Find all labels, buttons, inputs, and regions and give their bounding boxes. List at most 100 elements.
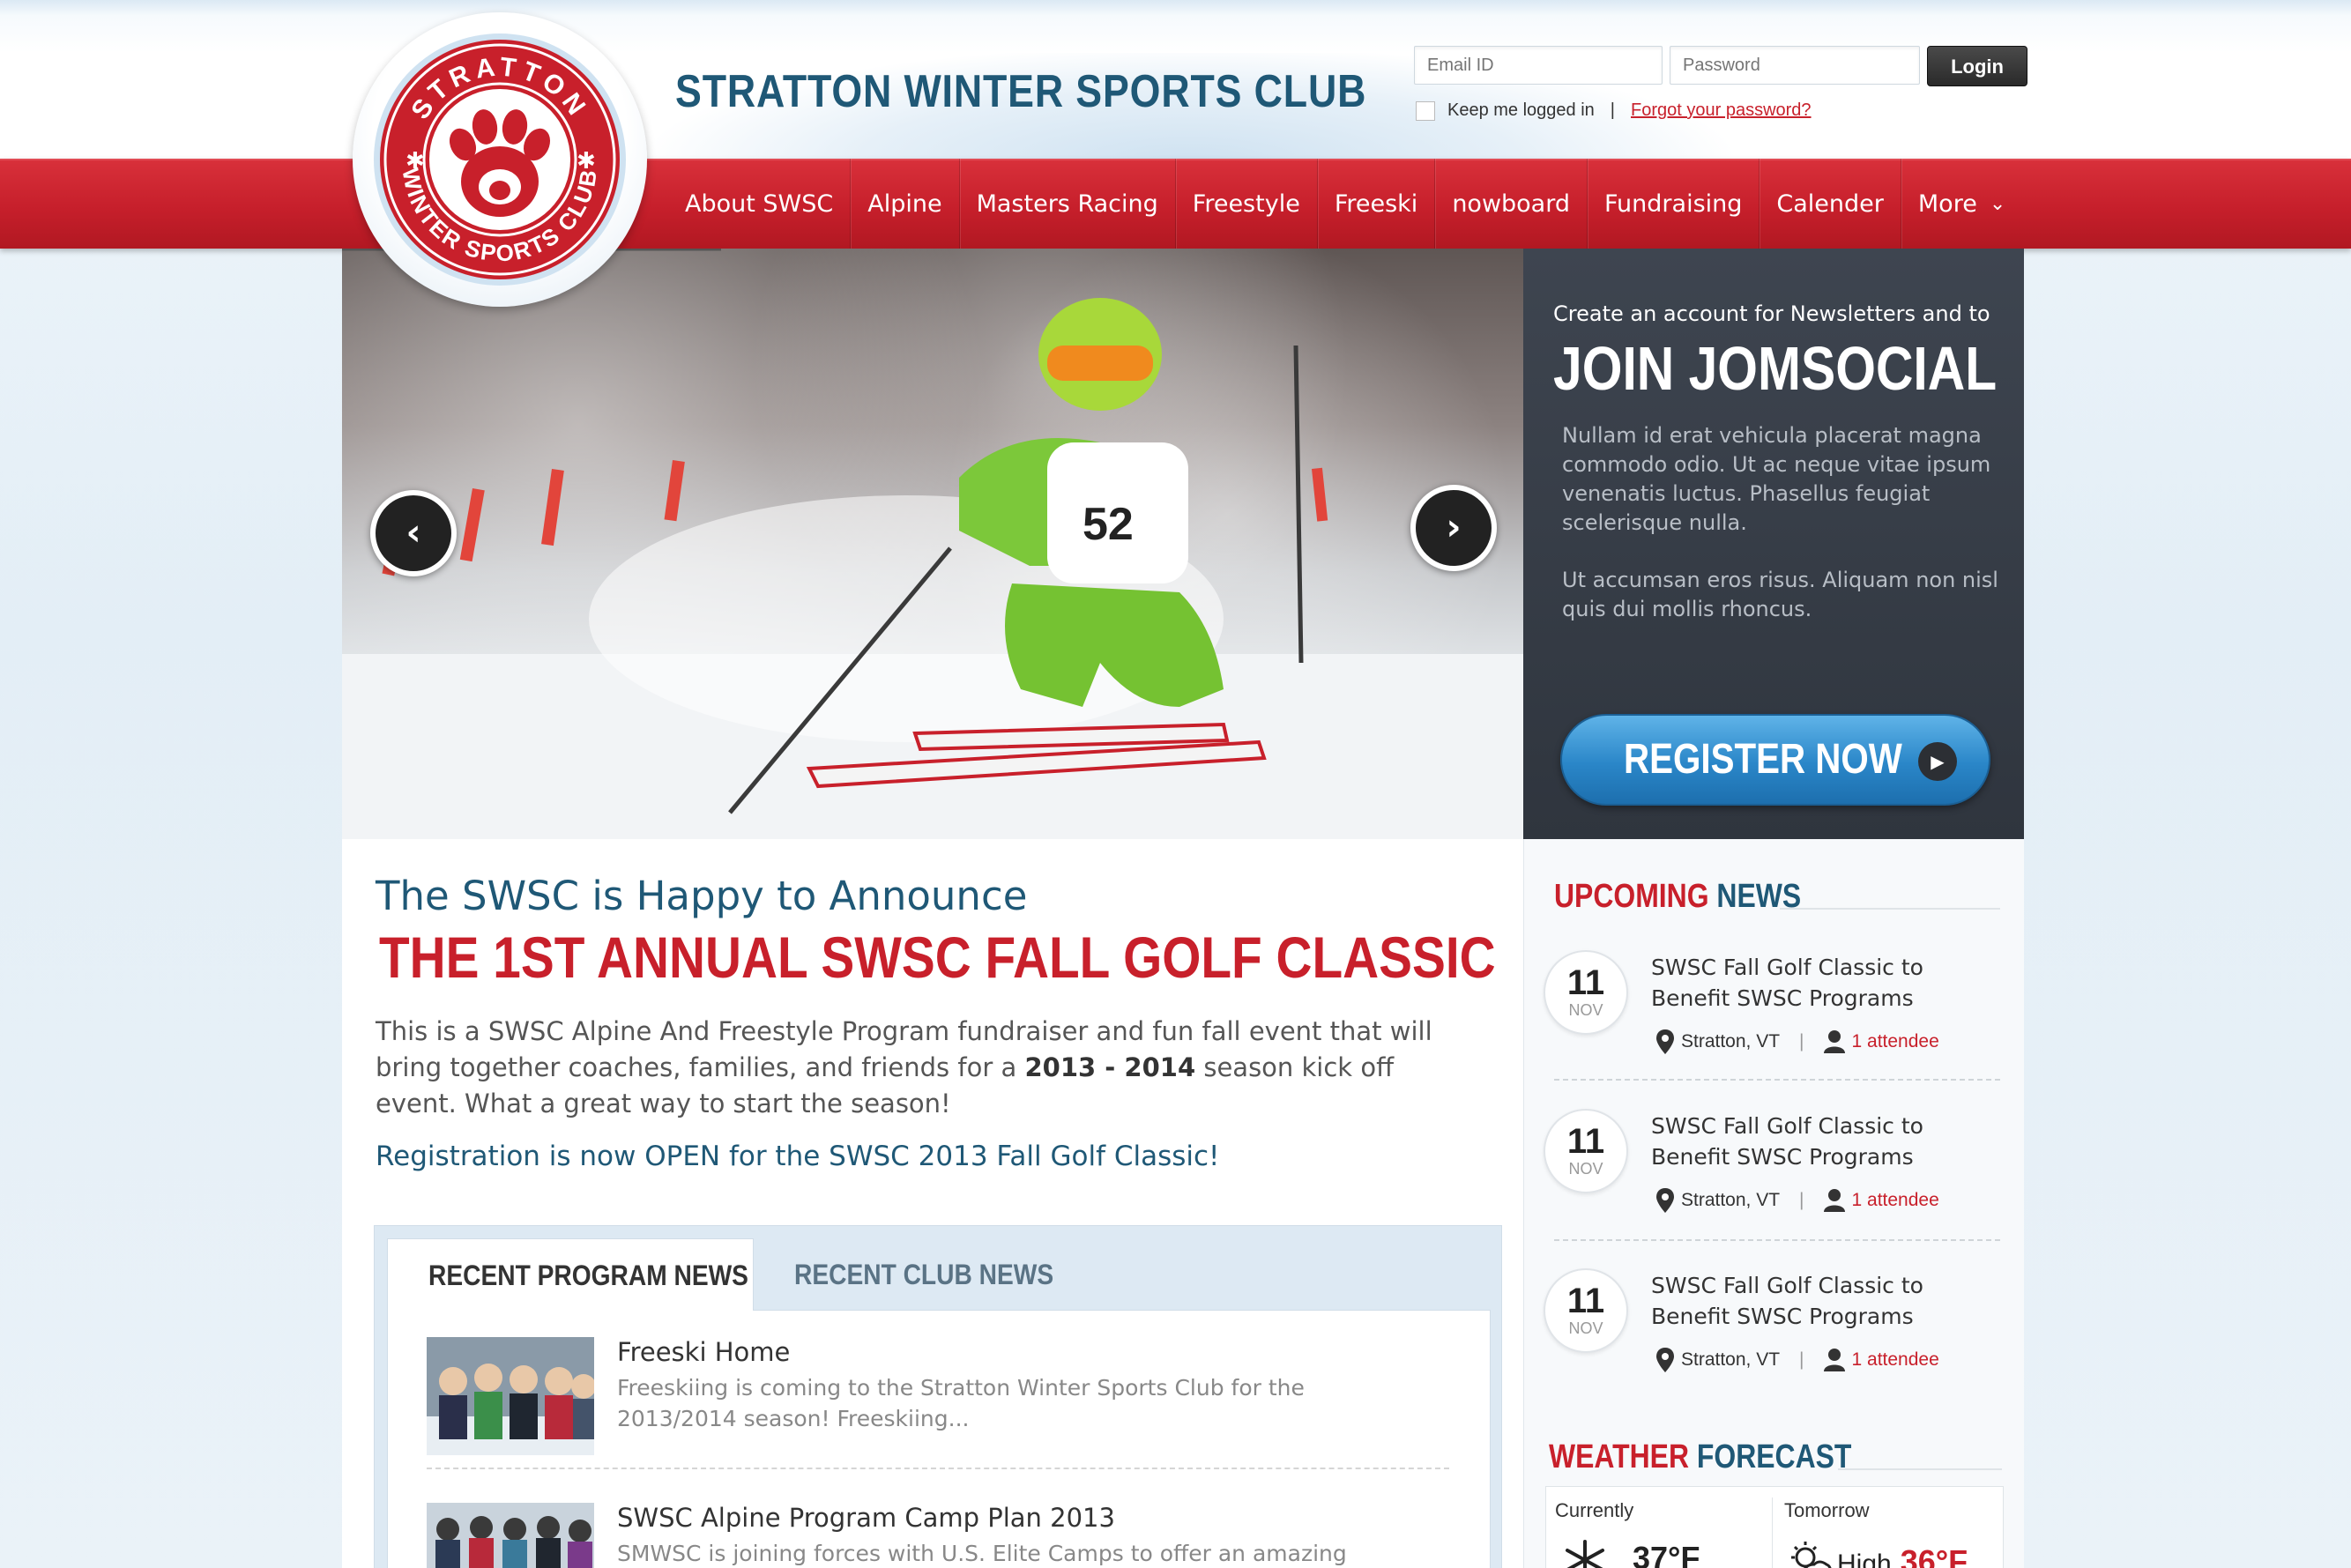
map-pin-icon: [1656, 1188, 1674, 1213]
weather-heading: WEATHER FORECAST: [1549, 1438, 1851, 1476]
user-icon: [1823, 1349, 1845, 1371]
nav-item-about[interactable]: About SWSC: [668, 159, 852, 249]
keep-logged-in-row: Keep me logged in | Forgot your password…: [1416, 100, 1812, 121]
nav-item-masters-racing[interactable]: Masters Racing: [960, 159, 1176, 249]
map-pin-icon: [1656, 1029, 1674, 1054]
announcement-body: This is a SWSC Alpine And Freestyle Prog…: [376, 1014, 1433, 1122]
event-day: 11: [1566, 1282, 1605, 1320]
weather-heading-blue: FORECAST: [1696, 1438, 1852, 1475]
event-meta: Stratton, VT | 1 attendee: [1656, 1029, 1939, 1054]
event-divider: [1554, 1239, 2000, 1241]
news-title[interactable]: Freeski Home: [617, 1337, 790, 1367]
event-item[interactable]: 11 NOV SWSC Fall Golf Classic to Benefit…: [1544, 1268, 2002, 1425]
event-day: 11: [1566, 963, 1605, 1002]
weather-divider: [1772, 1497, 1773, 1568]
tab-recent-club-news-label: RECENT CLUB NEWS: [794, 1259, 1054, 1290]
event-attendees[interactable]: 1 attendee: [1852, 1031, 1939, 1052]
register-now-label: REGISTER NOW: [1624, 736, 1902, 783]
tab-recent-program-news[interactable]: RECENT PROGRAM NEWS: [387, 1238, 754, 1311]
weather-tomorrow-label: Tomorrow: [1784, 1499, 1870, 1521]
keep-logged-in-label[interactable]: Keep me logged in: [1447, 100, 1595, 121]
weather-current-temp: 37°F: [1633, 1540, 1700, 1568]
map-pin-icon: [1656, 1348, 1674, 1372]
hero-slider: 52 ‹ ›: [342, 249, 1523, 839]
event-date-badge: 11 NOV: [1544, 1109, 1628, 1193]
event-day: 11: [1566, 1122, 1605, 1161]
event-date-badge: 11 NOV: [1544, 950, 1628, 1035]
weather-high-label: High: [1837, 1549, 1892, 1568]
nav-item-more[interactable]: More ⌄: [1901, 159, 2022, 249]
weather-current-label: Currently: [1555, 1499, 1634, 1521]
nav-more-label: More: [1917, 189, 1977, 218]
news-tabs: RECENT PROGRAM NEWS RECENT CLUB NEWS Fre…: [374, 1225, 1502, 1568]
paw-logo-icon: STRATTON WINTER SPORTS CLUB ✱ ✱: [374, 33, 626, 286]
event-meta-separator: |: [1799, 1031, 1804, 1052]
email-field[interactable]: [1414, 46, 1663, 85]
weather-tomorrow-high: 36°F: [1900, 1543, 1968, 1568]
nav-item-alpine[interactable]: Alpine: [851, 159, 960, 249]
sidebar: UPCOMING NEWS 11 NOV SWSC Fall Golf Clas…: [1523, 839, 2024, 1568]
registration-link[interactable]: Registration is now OPEN for the SWSC 20…: [376, 1141, 1220, 1172]
slider-prev-button[interactable]: ‹: [370, 490, 457, 576]
event-attendees[interactable]: 1 attendee: [1852, 1190, 1939, 1211]
tab-recent-program-news-label: RECENT PROGRAM NEWS: [428, 1260, 748, 1291]
event-title[interactable]: SWSC Fall Golf Classic to Benefit SWSC P…: [1651, 952, 2004, 1014]
user-icon: [1823, 1030, 1845, 1053]
event-title[interactable]: SWSC Fall Golf Classic to Benefit SWSC P…: [1651, 1111, 2004, 1172]
login-separator: |: [1610, 100, 1615, 120]
event-attendees[interactable]: 1 attendee: [1852, 1349, 1939, 1371]
upcoming-news-heading: UPCOMING NEWS: [1554, 878, 1801, 916]
nav-item-snowboard[interactable]: nowboard: [1435, 159, 1588, 249]
main-nav: About SWSC Alpine Masters Racing Freesty…: [668, 159, 2022, 249]
nav-item-calender[interactable]: Calender: [1760, 159, 1901, 249]
join-title: JOIN JOMSOCIAL: [1553, 334, 1998, 403]
site-title[interactable]: STRATTON WINTER SPORTS CLUB: [675, 65, 1366, 118]
announcement-body-season: 2013 - 2014: [1024, 1052, 1196, 1082]
event-meta-separator: |: [1799, 1190, 1804, 1210]
upcoming-heading-red: UPCOMING: [1554, 878, 1709, 915]
partly-sunny-icon: [1791, 1542, 1832, 1568]
event-date-badge: 11 NOV: [1544, 1268, 1628, 1353]
news-thumbnail[interactable]: [427, 1337, 594, 1455]
svg-text:✱: ✱: [577, 148, 596, 175]
nav-item-fundraising[interactable]: Fundraising: [1588, 159, 1760, 249]
announcement-title: THE 1ST ANNUAL SWSC FALL GOLF CLASSIC: [379, 925, 1496, 990]
bib-number: 52: [1083, 499, 1134, 550]
event-location: Stratton, VT: [1681, 1349, 1781, 1370]
login-button[interactable]: Login: [1927, 46, 2027, 86]
register-now-button[interactable]: REGISTER NOW ▶: [1560, 714, 1990, 806]
weather-tomorrow: High 36°F: [1837, 1543, 1968, 1568]
main-content: The SWSC is Happy to Announce THE 1ST AN…: [342, 839, 1523, 1568]
keep-logged-in-checkbox[interactable]: [1416, 100, 1435, 121]
slider-next-button[interactable]: ›: [1410, 485, 1497, 571]
event-divider: [1554, 1079, 2000, 1081]
event-month: NOV: [1568, 1319, 1603, 1337]
svg-text:✱: ✱: [405, 148, 425, 175]
event-item[interactable]: 11 NOV SWSC Fall Golf Classic to Benefit…: [1544, 950, 2002, 1107]
news-description: SMWSC is joining forces with U.S. Elite …: [617, 1541, 1347, 1566]
news-description: Freeskiing is coming to the Stratton Win…: [617, 1375, 1305, 1431]
join-panel: Create an account for Newsletters and to…: [1523, 249, 2024, 839]
event-month: NOV: [1568, 1001, 1603, 1019]
event-item[interactable]: 11 NOV SWSC Fall Golf Classic to Benefit…: [1544, 1109, 2002, 1266]
join-paragraph-2: Ut accumsan eros risus. Aliquam non nisl…: [1562, 568, 1998, 621]
news-divider: [427, 1468, 1449, 1469]
hero-skier-image: 52: [342, 249, 1523, 839]
club-logo[interactable]: STRATTON WINTER SPORTS CLUB ✱ ✱: [353, 12, 647, 307]
tab-recent-club-news[interactable]: RECENT CLUB NEWS: [754, 1238, 1129, 1311]
nav-item-freeski[interactable]: Freeski: [1318, 159, 1436, 249]
tab-panel: Freeski Home Freeskiing is coming to the…: [387, 1310, 1491, 1568]
event-meta: Stratton, VT | 1 attendee: [1656, 1348, 1939, 1372]
event-month: NOV: [1568, 1160, 1603, 1178]
password-field[interactable]: [1670, 46, 1920, 85]
weather-widget: Currently Tomorrow 37°F High 36°F: [1545, 1486, 2004, 1568]
join-pre-text: Create an account for Newsletters and to: [1553, 301, 1990, 326]
snowflake-icon: [1566, 1540, 1604, 1568]
announcement-intro: The SWSC is Happy to Announce: [376, 873, 1028, 919]
event-title[interactable]: SWSC Fall Golf Classic to Benefit SWSC P…: [1651, 1270, 2004, 1332]
forgot-password-link[interactable]: Forgot your password?: [1631, 100, 1812, 121]
news-title[interactable]: SWSC Alpine Program Camp Plan 2013: [617, 1503, 1115, 1533]
join-paragraph-1: Nullam id erat vehicula placerat magna c…: [1562, 423, 1991, 535]
nav-item-freestyle[interactable]: Freestyle: [1176, 159, 1318, 249]
news-thumbnail[interactable]: [427, 1503, 594, 1568]
